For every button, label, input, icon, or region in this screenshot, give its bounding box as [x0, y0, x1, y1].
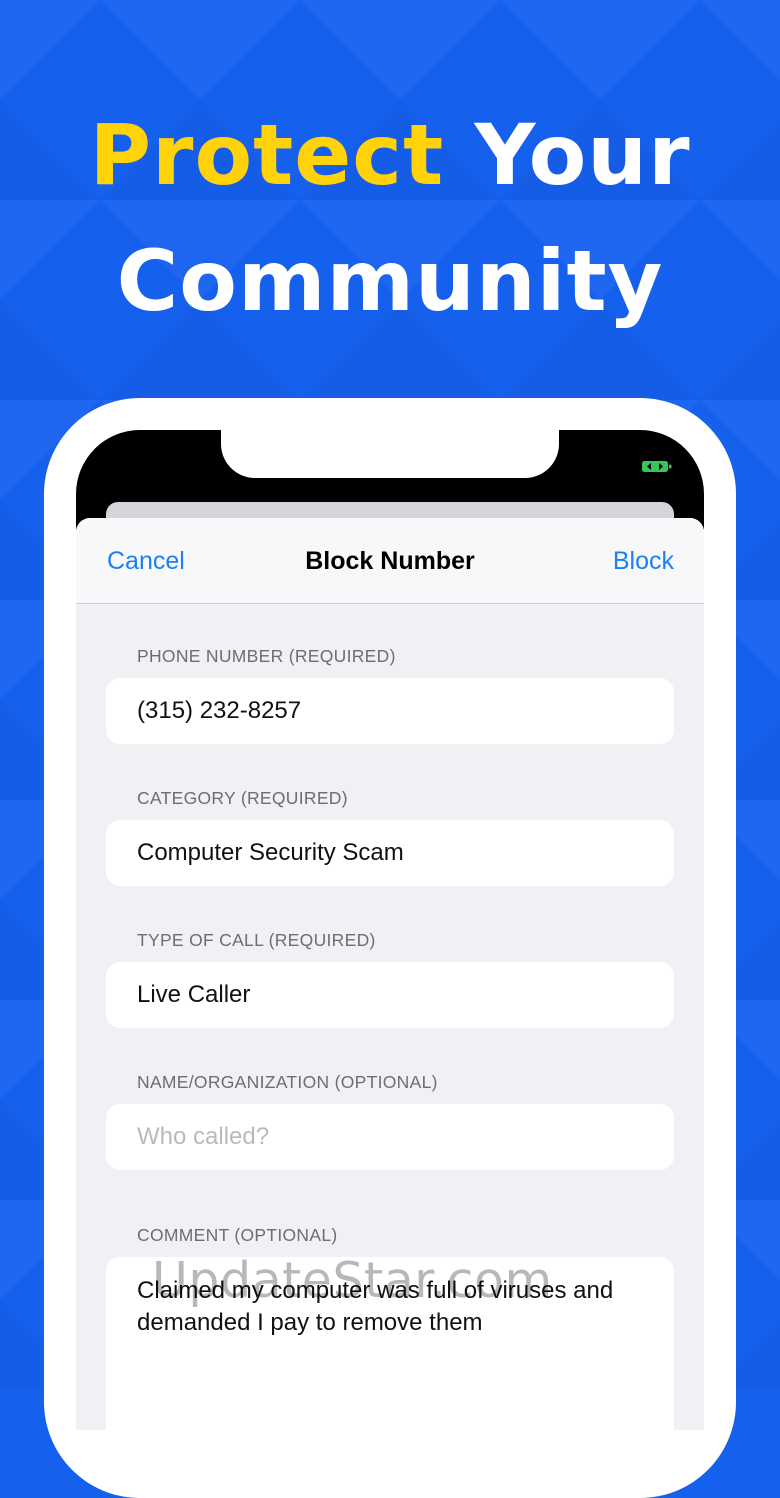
- headline-line-1: Protect Your: [0, 92, 780, 218]
- nav-bar: Cancel Block Number Block: [76, 518, 704, 604]
- headline-accent-word: Protect: [89, 106, 445, 204]
- comment-label: COMMENT (OPTIONAL): [137, 1225, 338, 1245]
- cancel-button[interactable]: Cancel: [107, 518, 185, 604]
- phone-number-label: PHONE NUMBER (REQUIRED): [137, 646, 396, 666]
- battery-icon: [642, 461, 672, 472]
- comment-field[interactable]: Claimed my computer was full of viruses …: [106, 1257, 674, 1430]
- category-field[interactable]: Computer Security Scam: [106, 820, 674, 886]
- nav-title: Block Number: [305, 547, 475, 575]
- phone-number-field[interactable]: (315) 232-8257: [106, 678, 674, 744]
- phone-notch: [221, 430, 559, 478]
- block-number-sheet: Cancel Block Number Block PHONE NUMBER (…: [76, 518, 704, 1430]
- name-organization-field[interactable]: Who called?: [106, 1104, 674, 1170]
- call-type-field[interactable]: Live Caller: [106, 962, 674, 1028]
- headline: Protect Your Community: [0, 92, 780, 344]
- call-type-label: TYPE OF CALL (REQUIRED): [137, 930, 376, 950]
- block-button[interactable]: Block: [613, 518, 674, 604]
- phone-screen: Cancel Block Number Block PHONE NUMBER (…: [76, 430, 704, 1430]
- name-organization-label: NAME/ORGANIZATION (OPTIONAL): [137, 1072, 438, 1092]
- category-label: CATEGORY (REQUIRED): [137, 788, 348, 808]
- headline-line-2: Community: [116, 232, 664, 330]
- headline-word-your: Your: [444, 106, 691, 204]
